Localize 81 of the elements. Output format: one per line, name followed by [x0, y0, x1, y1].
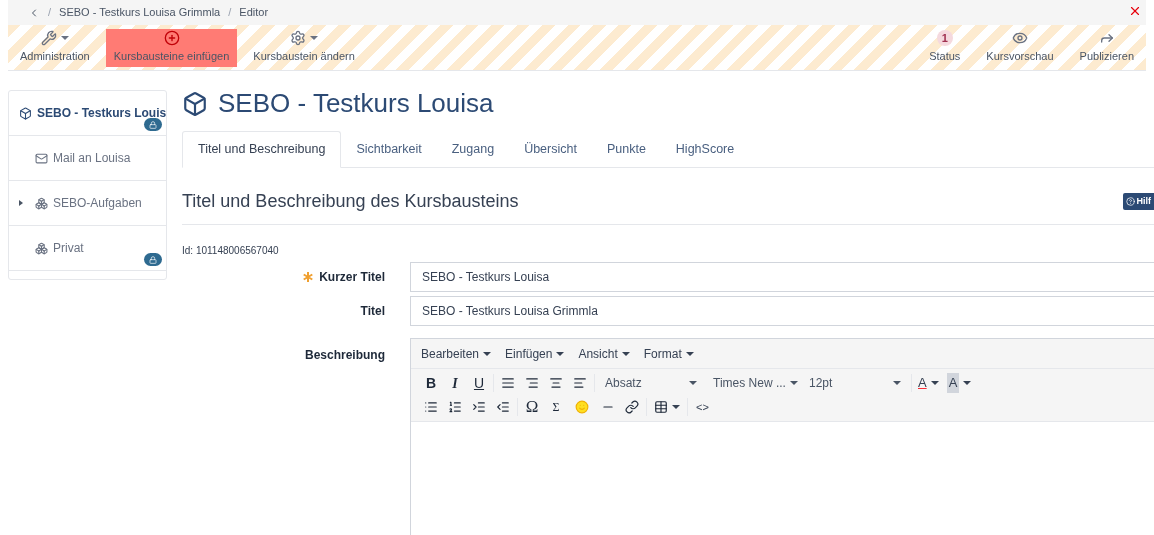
- format-button[interactable]: U: [467, 372, 491, 394]
- wrench-icon: [40, 30, 57, 47]
- tab[interactable]: Zugang: [436, 131, 510, 167]
- cube-icon: [182, 90, 208, 117]
- tree-item[interactable]: Privat: [9, 226, 166, 271]
- caret-icon: [556, 351, 565, 356]
- close-icon[interactable]: [1128, 4, 1142, 18]
- caret-icon: [60, 36, 69, 41]
- tree-item[interactable]: SEBO - Testkurs Louis: [9, 91, 166, 136]
- help-button[interactable]: Hilf: [1122, 192, 1154, 211]
- breadcrumb-separator: /: [228, 5, 232, 21]
- caret-icon: [685, 351, 694, 356]
- select-dropdown[interactable]: 12pt: [801, 374, 909, 392]
- expand-caret-icon[interactable]: [19, 200, 23, 206]
- format-button[interactable]: B: [419, 372, 443, 394]
- tree-item[interactable]: Mail an Louisa: [9, 136, 166, 181]
- caret-icon: [689, 381, 697, 385]
- caret-icon: [963, 381, 972, 385]
- status-badge: 1: [936, 30, 953, 47]
- tree-item[interactable]: SEBO-Aufgaben: [9, 181, 166, 226]
- field-label: Kurzer Titel: [319, 269, 385, 286]
- link-icon[interactable]: [625, 400, 639, 414]
- toolbar-button[interactable]: Administration: [12, 28, 98, 67]
- bullet-list-icon[interactable]: [424, 400, 438, 414]
- caret-icon: [621, 351, 630, 356]
- caret-icon: [310, 36, 319, 41]
- numbered-list-icon[interactable]: [448, 400, 462, 414]
- align-center-icon[interactable]: [549, 376, 563, 390]
- symbol-button[interactable]: Σ: [544, 398, 568, 416]
- plus-circle-icon: [163, 30, 180, 47]
- background-color-button[interactable]: A: [942, 373, 976, 393]
- editor-menu[interactable]: Format: [643, 344, 694, 363]
- outdent-icon[interactable]: [496, 400, 510, 414]
- caret-icon: [893, 381, 901, 385]
- tab[interactable]: Sichtbarkeit: [341, 131, 437, 167]
- format-button[interactable]: I: [443, 372, 467, 394]
- toolbar-button[interactable]: 1 Status: [921, 28, 969, 67]
- align-left-icon[interactable]: [573, 376, 587, 390]
- cubes-icon: [35, 241, 48, 255]
- settings-icon: [290, 30, 307, 47]
- field-label: Titel: [360, 303, 385, 320]
- section-title: Titel und Beschreibung des Kursbausteins: [182, 190, 519, 213]
- table-icon[interactable]: [654, 400, 668, 414]
- breadcrumb-link[interactable]: Editor: [239, 4, 269, 21]
- text-input-field[interactable]: SEBO - Testkurs Louisa Grimmla: [410, 296, 1154, 326]
- tree-item-label: Privat: [53, 240, 84, 257]
- align-justify-icon[interactable]: [501, 376, 515, 390]
- page-title: SEBO - Testkurs Louisa: [218, 87, 494, 120]
- toolbar-button[interactable]: Publizieren: [1071, 28, 1142, 67]
- select-dropdown[interactable]: Absatz: [597, 374, 705, 392]
- tree-item-label: Mail an Louisa: [53, 150, 131, 167]
- caret-icon: [672, 405, 680, 409]
- breadcrumb-separator: /: [48, 5, 52, 21]
- tab[interactable]: Übersicht: [509, 131, 592, 167]
- tab[interactable]: HighScore: [660, 131, 750, 167]
- caret-icon: [483, 351, 492, 356]
- caret-icon: [789, 381, 798, 385]
- tree-item-label: SEBO-Aufgaben: [53, 195, 142, 212]
- envelope-icon: [35, 151, 48, 165]
- text-input-field[interactable]: SEBO - Testkurs Louisa: [410, 262, 1154, 292]
- symbol-button[interactable]: Ω: [520, 394, 544, 420]
- editor-menu[interactable]: Ansicht: [578, 344, 630, 363]
- toolbar-button[interactable]: Kursbaustein ändern: [245, 28, 363, 67]
- source-code-button[interactable]: <>: [690, 398, 715, 416]
- help-icon: [1125, 197, 1135, 206]
- toolbar-button[interactable]: Kursvorschau: [978, 28, 1062, 67]
- tab[interactable]: Punkte: [591, 131, 661, 167]
- field-label: Beschreibung: [305, 347, 385, 364]
- indent-icon[interactable]: [472, 400, 486, 414]
- editor-menu[interactable]: Einfügen: [505, 344, 565, 363]
- cubes-icon: [35, 196, 48, 210]
- select-dropdown[interactable]: Times New ...: [705, 374, 801, 392]
- caret-icon: [930, 381, 939, 385]
- editor-menu[interactable]: Bearbeiten: [421, 344, 492, 363]
- cube-icon: [19, 106, 32, 120]
- id-text: Id: 101148006567040: [182, 244, 280, 258]
- align-right-icon[interactable]: [525, 376, 539, 390]
- tree-item-label: SEBO - Testkurs Louis: [37, 105, 166, 122]
- breadcrumb-link[interactable]: SEBO - Testkurs Louisa Grimmla: [59, 4, 221, 21]
- text-color-button[interactable]: A: [914, 373, 943, 393]
- tab[interactable]: Titel und Beschreibung: [182, 131, 342, 168]
